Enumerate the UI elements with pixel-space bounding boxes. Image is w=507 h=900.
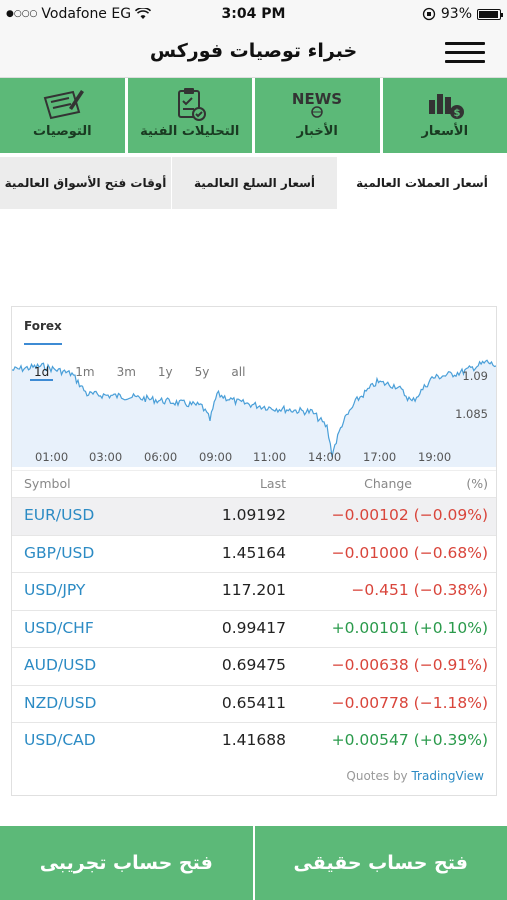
svg-text:NEWS: NEWS	[292, 90, 342, 108]
time-label: 19:00	[418, 450, 452, 464]
svg-text:$: $	[453, 108, 460, 119]
symbol-cell[interactable]: USD/CHF	[24, 619, 94, 637]
battery-percent: 93%	[440, 6, 472, 22]
change-cell: −0.01000 (−0.68%)	[331, 543, 488, 562]
symbol-cell[interactable]: AUD/USD	[24, 656, 96, 674]
status-bar: ●○○○ Vodafone EG 3:04 PM 93%	[0, 0, 507, 28]
tile-prices[interactable]: $ الأسعار	[382, 78, 507, 153]
tab-currency-prices[interactable]: أسعار العملات العالمية	[337, 157, 507, 209]
change-cell: +0.00547 (+0.39%)	[331, 731, 488, 749]
last-cell: 0.69475	[221, 656, 286, 674]
forex-widget: Forex 1d 1m 3m 1y 5y all 1.09 1.085 01:0…	[11, 306, 497, 796]
last-cell: 0.99417	[221, 618, 286, 637]
table-row[interactable]: USD/CHF 0.99417 +0.00101 (+0.10%)	[12, 609, 496, 648]
open-demo-account-button[interactable]: فتح حساب تجريبى	[0, 826, 253, 900]
time-label: 09:00	[199, 450, 233, 464]
page-title: خبراء توصيات فوركس	[149, 40, 358, 62]
credit-prefix: Quotes by	[346, 769, 408, 783]
tile-recommendations[interactable]: التوصيات	[0, 78, 125, 153]
tile-label: الأخبار	[296, 124, 338, 139]
news-icon: NEWS	[292, 90, 342, 118]
change-cell: −0.00638 (−0.91%)	[331, 656, 488, 674]
tile-news[interactable]: NEWS الأخبار	[255, 78, 380, 153]
symbol-cell[interactable]: USD/CAD	[24, 731, 96, 749]
open-real-account-button[interactable]: فتح حساب حقيقى	[254, 826, 507, 900]
range-all[interactable]: all	[231, 365, 245, 381]
table-row[interactable]: GBP/USD 1.45164 −0.01000 (−0.68%)	[12, 534, 496, 573]
menu-icon[interactable]	[445, 42, 485, 64]
tradingview-credit[interactable]: Quotes by TradingView	[346, 769, 484, 783]
header-percent: (%)	[466, 476, 488, 491]
time-label: 06:00	[144, 450, 178, 464]
y-axis-label: 1.09	[462, 369, 488, 383]
range-selector: 1d 1m 3m 1y 5y all	[30, 365, 245, 381]
pen-paper-icon	[43, 90, 85, 120]
last-cell: 1.09192	[221, 506, 286, 524]
prices-chart-icon: $	[428, 94, 464, 119]
symbol-cell[interactable]: NZD/USD	[24, 694, 97, 712]
battery-icon	[477, 8, 503, 20]
header-symbol: Symbol	[24, 476, 71, 491]
tile-label: التحليلات الفنية	[140, 124, 240, 139]
range-1y[interactable]: 1y	[158, 365, 173, 381]
range-1d[interactable]: 1d	[30, 365, 54, 381]
symbol-cell[interactable]: EUR/USD	[24, 506, 94, 524]
range-5y[interactable]: 5y	[195, 365, 210, 381]
table-row[interactable]: AUD/USD 0.69475 −0.00638 (−0.91%)	[12, 647, 496, 685]
symbol-cell[interactable]: GBP/USD	[24, 544, 94, 562]
credit-brand[interactable]: TradingView	[411, 769, 484, 783]
tile-technical-analysis[interactable]: التحليلات الفنية	[127, 78, 252, 153]
tab-market-hours[interactable]: أوقات فتح الأسواق العالمية	[0, 157, 171, 209]
tile-label: التوصيات	[32, 124, 92, 139]
header-change: Change	[364, 476, 412, 491]
time-axis: 01:00 03:00 06:00 09:00 11:00 14:00 17:0…	[12, 450, 496, 466]
rotation-lock-icon	[422, 7, 436, 21]
tab-forex[interactable]: Forex	[24, 319, 62, 345]
change-cell: −0.00102 (−0.09%)	[331, 506, 488, 524]
time-label: 17:00	[363, 450, 397, 464]
header-last: Last	[259, 476, 286, 491]
range-1m[interactable]: 1m	[75, 365, 94, 381]
table-row[interactable]: NZD/USD 0.65411 −0.00778 (−1.18%)	[12, 684, 496, 723]
last-cell: 1.45164	[221, 543, 286, 562]
last-cell: 1.41688	[221, 731, 286, 749]
table-row[interactable]: USD/JPY 117.201 −0.451 (−0.38%)	[12, 572, 496, 610]
tile-label: الأسعار	[421, 124, 469, 139]
table-header: Symbol Last Change (%)	[12, 470, 496, 497]
clipboard-check-icon	[177, 88, 206, 121]
change-cell: +0.00101 (+0.10%)	[331, 618, 488, 637]
range-3m[interactable]: 3m	[117, 365, 136, 381]
main-sections: التوصيات التحليلات الفنية NEWS الأخبار $…	[0, 78, 507, 153]
last-cell: 0.65411	[221, 693, 286, 712]
time-label: 01:00	[35, 450, 69, 464]
nav-bar: خبراء توصيات فوركس	[0, 28, 507, 78]
y-axis-label: 1.085	[455, 407, 488, 421]
account-buttons: فتح حساب تجريبى فتح حساب حقيقى	[0, 826, 507, 900]
tab-commodity-prices[interactable]: أسعار السلع العالمية	[171, 157, 337, 209]
change-cell: −0.451 (−0.38%)	[351, 581, 488, 599]
time-label: 14:00	[308, 450, 342, 464]
time-label: 03:00	[89, 450, 123, 464]
table-row[interactable]: USD/CAD 1.41688 +0.00547 (+0.39%)	[12, 722, 496, 760]
last-cell: 117.201	[221, 581, 286, 599]
table-row[interactable]: EUR/USD 1.09192 −0.00102 (−0.09%)	[12, 497, 496, 535]
market-tabs: أسعار العملات العالمية أسعار السلع العال…	[0, 157, 507, 209]
time-label: 11:00	[253, 450, 287, 464]
symbol-cell[interactable]: USD/JPY	[24, 581, 85, 599]
quotes-table: Symbol Last Change (%) EUR/USD 1.09192 −…	[12, 470, 496, 760]
change-cell: −0.00778 (−1.18%)	[331, 693, 488, 712]
